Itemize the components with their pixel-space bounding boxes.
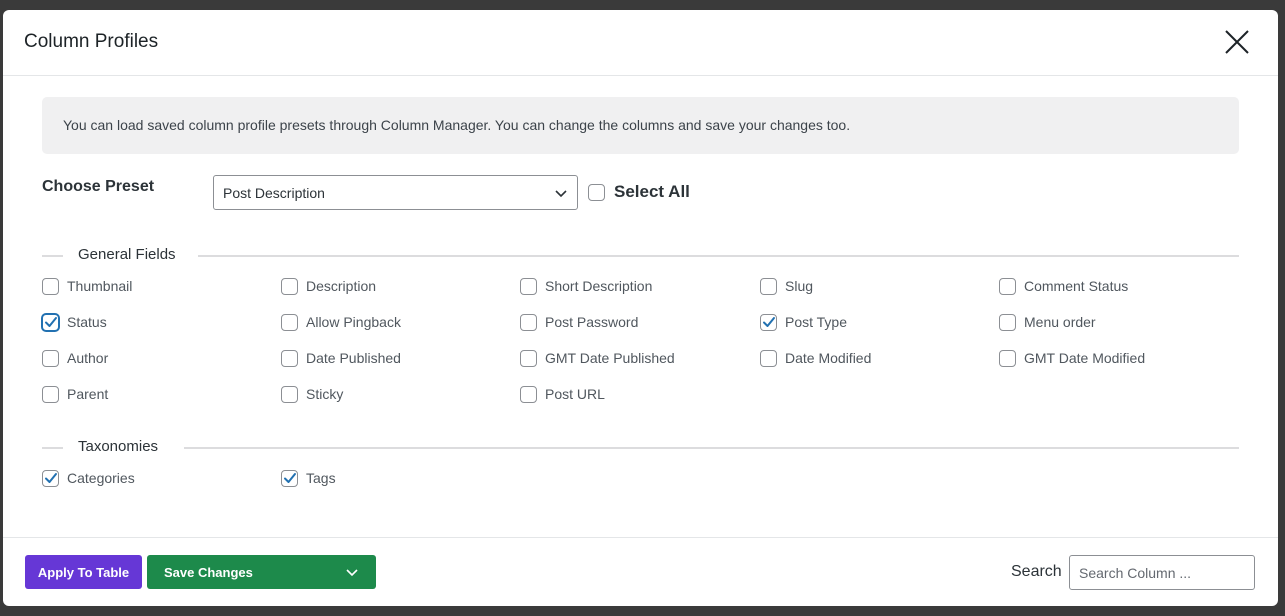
checkmark-icon (763, 316, 775, 327)
field-date-modified[interactable]: Date Modified (760, 348, 871, 368)
general-fields-heading: General Fields (42, 245, 1239, 265)
field-label: Allow Pingback (306, 314, 401, 330)
column-profiles-modal: Column Profiles You can load saved colum… (3, 10, 1278, 606)
field-label: Short Description (545, 278, 653, 294)
field-sticky[interactable]: Sticky (281, 384, 343, 404)
divider (184, 447, 1239, 449)
select-all-label: Select All (614, 182, 690, 201)
checkbox[interactable] (281, 469, 298, 487)
checkbox[interactable] (42, 313, 59, 331)
field-label: Post URL (545, 386, 605, 402)
divider (42, 447, 63, 449)
field-post-type[interactable]: Post Type (760, 312, 847, 332)
close-icon (1225, 30, 1249, 54)
preset-select[interactable]: Post Description (213, 175, 578, 210)
field-label: Sticky (306, 386, 344, 402)
field-label: Slug (785, 278, 814, 294)
checkbox[interactable] (760, 313, 777, 331)
checkbox[interactable] (281, 349, 298, 367)
checkbox[interactable] (520, 277, 537, 295)
checkmark-icon (45, 316, 57, 327)
section-title: General Fields (78, 246, 176, 263)
taxonomies-heading: Taxonomies (42, 437, 1239, 457)
checkbox[interactable] (520, 349, 537, 367)
field-slug[interactable]: Slug (760, 276, 813, 296)
divider (42, 255, 63, 257)
field-label: Post Type (785, 314, 848, 330)
field-label: Thumbnail (67, 278, 133, 294)
checkmark-icon (45, 472, 57, 483)
save-changes-label: Save Changes (164, 564, 253, 580)
field-menu-order[interactable]: Menu order (999, 312, 1096, 332)
checkbox[interactable] (760, 277, 777, 295)
field-label: GMT Date Published (545, 350, 675, 366)
close-button[interactable] (1224, 29, 1250, 55)
checkbox[interactable] (760, 349, 777, 367)
checkbox[interactable] (999, 313, 1016, 331)
field-short-description[interactable]: Short Description (520, 276, 652, 296)
modal-header: Column Profiles (3, 10, 1278, 76)
choose-preset-label: Choose Preset (42, 178, 155, 195)
field-label: Date Published (306, 350, 401, 366)
field-label: Date Modified (785, 350, 872, 366)
checkbox[interactable] (42, 277, 59, 295)
checkmark-icon (284, 472, 296, 483)
checkbox[interactable] (42, 385, 59, 403)
apply-to-table-button[interactable]: Apply To Table (25, 555, 142, 589)
modal-footer: Apply To Table Save Changes Search (3, 537, 1278, 606)
checkbox[interactable] (588, 183, 605, 201)
checkbox[interactable] (42, 349, 59, 367)
field-comment-status[interactable]: Comment Status (999, 276, 1128, 296)
field-status[interactable]: Status (42, 312, 107, 332)
field-parent[interactable]: Parent (42, 384, 108, 404)
preset-selected-value: Post Description (223, 185, 325, 201)
field-description[interactable]: Description (281, 276, 376, 296)
field-label: Categories (67, 470, 135, 486)
field-tags[interactable]: Tags (281, 468, 336, 488)
chevron-down-icon (555, 190, 567, 198)
field-label: Post Password (545, 314, 639, 330)
divider (198, 255, 1239, 257)
checkbox[interactable] (281, 277, 298, 295)
checkbox[interactable] (520, 385, 537, 403)
field-thumbnail[interactable]: Thumbnail (42, 276, 132, 296)
field-label: GMT Date Modified (1024, 350, 1146, 366)
field-label: Tags (306, 470, 336, 486)
modal-title: Column Profiles (24, 31, 159, 52)
field-label: Description (306, 278, 377, 294)
checkbox[interactable] (42, 469, 59, 487)
checkbox[interactable] (520, 313, 537, 331)
field-label: Comment Status (1024, 278, 1129, 294)
checkbox[interactable] (281, 385, 298, 403)
info-notice: You can load saved column profile preset… (42, 97, 1239, 154)
section-title: Taxonomies (78, 438, 159, 455)
field-post-password[interactable]: Post Password (520, 312, 638, 332)
field-label: Status (67, 314, 107, 330)
checkbox[interactable] (281, 313, 298, 331)
field-date-published[interactable]: Date Published (281, 348, 401, 368)
field-gmt-date-published[interactable]: GMT Date Published (520, 348, 675, 368)
checkbox[interactable] (999, 349, 1016, 367)
save-changes-button[interactable]: Save Changes (147, 555, 376, 589)
select-all-checkbox[interactable]: Select All (588, 182, 690, 202)
field-allow-pingback[interactable]: Allow Pingback (281, 312, 401, 332)
checkbox[interactable] (999, 277, 1016, 295)
field-gmt-date-modified[interactable]: GMT Date Modified (999, 348, 1145, 368)
field-label: Parent (67, 386, 109, 402)
field-label: Menu order (1024, 314, 1096, 330)
field-label: Author (67, 350, 109, 366)
field-author[interactable]: Author (42, 348, 108, 368)
field-categories[interactable]: Categories (42, 468, 135, 488)
field-post-url[interactable]: Post URL (520, 384, 605, 404)
search-label: Search (1011, 563, 1062, 580)
search-column-input[interactable] (1069, 555, 1255, 590)
chevron-down-icon (346, 569, 358, 577)
